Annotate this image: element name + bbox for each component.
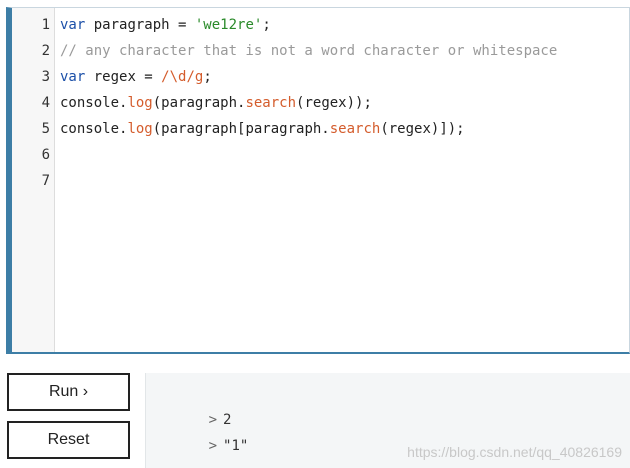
code-line[interactable]: var regex = /\d/g; xyxy=(60,64,629,90)
code-line[interactable] xyxy=(60,142,629,168)
line-number: 2 xyxy=(41,43,50,59)
code-content[interactable]: var paragraph = 'we12re'; // any characte… xyxy=(60,12,629,194)
line-number: 5 xyxy=(41,121,50,137)
console-line: > "1" xyxy=(158,413,249,454)
line-number-gutter: 1 2 3 4 5 6 7 xyxy=(12,8,55,352)
line-number: 6 xyxy=(41,147,50,163)
console-value: "1" xyxy=(223,438,249,454)
code-token: console. xyxy=(60,95,128,111)
code-token: // any character that is not a word char… xyxy=(60,43,558,59)
code-token: 'we12re' xyxy=(194,17,263,33)
code-token: var xyxy=(60,69,86,85)
code-token: console. xyxy=(60,121,128,137)
code-line[interactable]: // any character that is not a word char… xyxy=(60,38,629,64)
code-token: var xyxy=(60,17,86,33)
reset-button[interactable]: Reset xyxy=(7,421,130,459)
console-output: >2 > "1" https://blog.csdn.net/qq_4082616… xyxy=(145,373,630,468)
line-number: 3 xyxy=(41,69,50,85)
prompt-icon: > xyxy=(208,438,218,454)
code-token: search xyxy=(329,121,381,137)
code-line[interactable]: var paragraph = 'we12re'; xyxy=(60,12,629,38)
code-token: paragraph = xyxy=(85,17,195,33)
run-button[interactable]: Run › xyxy=(7,373,130,411)
code-token: (paragraph. xyxy=(152,95,246,111)
code-editor[interactable]: 1 2 3 4 5 6 7 var paragraph = 'we12re'; /… xyxy=(6,7,630,354)
code-token: log xyxy=(127,121,153,137)
code-playground: 1 2 3 4 5 6 7 var paragraph = 'we12re'; /… xyxy=(0,0,630,468)
code-token: regex = xyxy=(85,69,162,85)
watermark: https://blog.csdn.net/qq_40826169 xyxy=(407,444,622,460)
code-token: (paragraph[paragraph. xyxy=(152,121,330,137)
code-token: (regex)); xyxy=(296,95,372,111)
line-number: 1 xyxy=(41,17,50,33)
code-token: log xyxy=(127,95,153,111)
code-line[interactable] xyxy=(60,168,629,194)
code-token: (regex)]); xyxy=(380,121,465,137)
line-number: 4 xyxy=(41,95,50,111)
code-token: ; xyxy=(262,17,271,33)
code-token: /\d/g xyxy=(161,69,204,85)
line-number: 7 xyxy=(41,173,50,189)
code-line[interactable]: console.log(paragraph.search(regex)); xyxy=(60,90,629,116)
code-token: search xyxy=(245,95,297,111)
code-line[interactable]: console.log(paragraph[paragraph.search(r… xyxy=(60,116,629,142)
code-token: ; xyxy=(203,69,212,85)
console-line: >2 xyxy=(158,387,232,428)
